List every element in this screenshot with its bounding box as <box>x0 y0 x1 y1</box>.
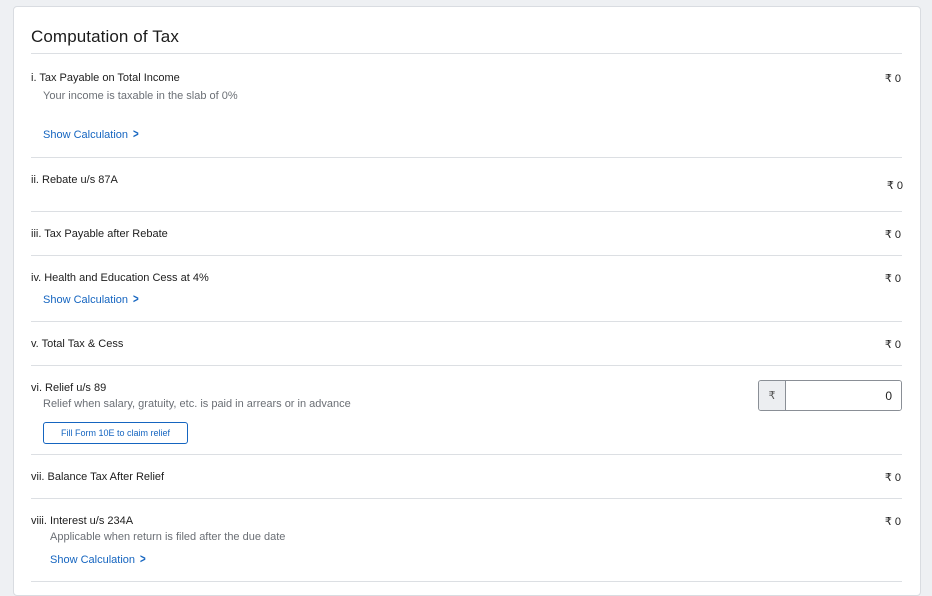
rebate-87a-label: ii. Rebate u/s 87A <box>31 174 118 186</box>
balance-tax-amount: ₹ 0 <box>884 472 901 484</box>
divider <box>31 454 902 455</box>
show-calculation-link-tax-payable[interactable]: Show Calculation > <box>43 126 140 141</box>
rupee-prefix: ₹ <box>759 381 786 410</box>
fill-form-10e-button[interactable]: Fill Form 10E to claim relief <box>43 422 188 444</box>
divider <box>31 255 902 256</box>
relief-89-input[interactable] <box>786 381 901 410</box>
chevron-right-icon: > <box>132 291 139 306</box>
balance-tax-label: vii. Balance Tax After Relief <box>31 471 165 483</box>
chevron-right-icon: > <box>132 126 139 141</box>
interest-234a-note: Applicable when return is filed after th… <box>50 531 286 543</box>
divider <box>31 157 902 158</box>
divider <box>31 365 902 366</box>
section-title: Computation of Tax <box>31 27 179 46</box>
relief-89-note: Relief when salary, gratuity, etc. is pa… <box>43 398 351 410</box>
cess-amount: ₹ 0 <box>884 273 901 285</box>
computation-of-tax-card: Computation of Tax i. Tax Payable on Tot… <box>13 6 921 596</box>
tax-payable-label: i. Tax Payable on Total Income <box>31 72 180 84</box>
divider <box>31 53 902 54</box>
interest-234a-amount: ₹ 0 <box>884 516 901 528</box>
interest-234a-label: viii. Interest u/s 234A <box>31 515 134 527</box>
show-calculation-label: Show Calculation <box>43 129 128 141</box>
cess-label: iv. Health and Education Cess at 4% <box>31 272 209 284</box>
divider <box>31 498 902 499</box>
chevron-right-icon: > <box>139 551 146 566</box>
total-tax-cess-label: v. Total Tax & Cess <box>31 338 124 350</box>
tax-slab-note: Your income is taxable in the slab of 0% <box>43 90 238 102</box>
divider <box>31 321 902 322</box>
divider <box>31 211 902 212</box>
tax-payable-amount: ₹ 0 <box>884 73 901 85</box>
show-calculation-label: Show Calculation <box>50 554 135 566</box>
show-calculation-link-interest[interactable]: Show Calculation > <box>50 551 147 566</box>
tax-after-rebate-label: iii. Tax Payable after Rebate <box>31 228 168 240</box>
show-calculation-link-cess[interactable]: Show Calculation > <box>43 291 140 306</box>
relief-89-label: vi. Relief u/s 89 <box>31 382 107 394</box>
relief-89-input-group: ₹ <box>758 380 902 411</box>
rebate-87a-amount: ₹ 0 <box>886 180 903 192</box>
total-tax-cess-amount: ₹ 0 <box>884 339 901 351</box>
show-calculation-label: Show Calculation <box>43 294 128 306</box>
tax-after-rebate-amount: ₹ 0 <box>884 229 901 241</box>
